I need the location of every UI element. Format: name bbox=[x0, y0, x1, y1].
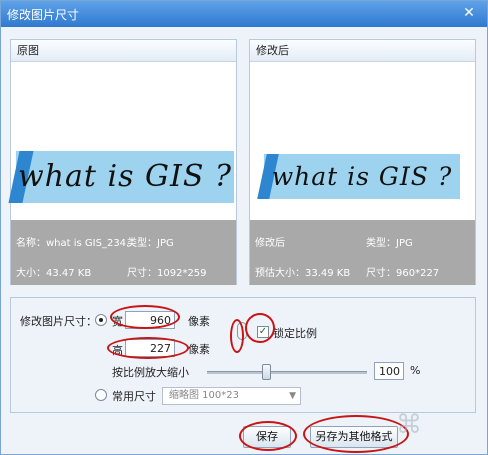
modified-type: 类型：JPG bbox=[366, 238, 413, 249]
original-panel: 原图 what is GIS ? 名称：what is GIS_234... 类… bbox=[8, 39, 237, 285]
modified-panel: 修改后 what is GIS ? 修改后 类型：JPG 预估大小：33.49 … bbox=[249, 39, 476, 285]
height-label: 高 bbox=[112, 344, 123, 357]
save-as-button[interactable]: 另存为其他格式 bbox=[310, 426, 398, 448]
modified-info: 修改后 类型：JPG 预估大小：33.49 KB 尺寸：960*227 bbox=[250, 220, 475, 285]
resize-dialog: 修改图片尺寸 ✕ 原图 what is GIS ? 名称：what is GIS… bbox=[0, 0, 488, 455]
original-image: what is GIS ? bbox=[8, 151, 234, 203]
save-button[interactable]: 保存 bbox=[243, 426, 291, 448]
original-name: 名称：what is GIS_234... bbox=[16, 238, 136, 249]
dialog-title: 修改图片尺寸 bbox=[7, 8, 80, 22]
original-type: 类型：JPG bbox=[127, 238, 174, 249]
scale-label: 按比例放大缩小 bbox=[112, 366, 189, 379]
common-size-label: 常用尺寸 bbox=[112, 390, 156, 403]
height-unit: 像素 bbox=[188, 343, 210, 356]
chevron-down-icon: ▼ bbox=[289, 391, 296, 401]
original-panel-header: 原图 bbox=[11, 40, 236, 62]
scale-slider-track[interactable] bbox=[207, 371, 367, 374]
original-info: 名称：what is GIS_234... 类型：JPG 大小：43.47 KB… bbox=[11, 220, 236, 285]
resize-label: 修改图片尺寸： bbox=[20, 315, 97, 328]
width-input[interactable] bbox=[125, 311, 175, 329]
modified-dimensions: 尺寸：960*227 bbox=[366, 268, 440, 279]
lock-ratio-checkbox[interactable]: ✓ bbox=[257, 326, 269, 338]
modified-panel-header: 修改后 bbox=[250, 40, 475, 62]
modified-size: 预估大小：33.49 KB bbox=[255, 268, 351, 279]
watermark-logo: ⌘ bbox=[396, 410, 422, 440]
link-icon[interactable] bbox=[237, 322, 247, 340]
width-label: 宽 bbox=[112, 315, 123, 328]
modified-image-area: what is GIS ? bbox=[250, 63, 475, 220]
custom-size-radio[interactable] bbox=[95, 314, 107, 326]
height-input[interactable] bbox=[125, 339, 175, 357]
common-size-value: 缩略图 100*23 bbox=[169, 390, 239, 401]
common-size-radio[interactable] bbox=[95, 389, 107, 401]
title-bar: 修改图片尺寸 ✕ bbox=[1, 1, 487, 27]
width-unit: 像素 bbox=[188, 315, 210, 328]
original-image-area: what is GIS ? bbox=[8, 63, 236, 220]
lock-ratio-label: 锁定比例 bbox=[273, 327, 317, 340]
original-dimensions: 尺寸：1092*259 bbox=[127, 268, 207, 279]
scale-slider-thumb[interactable] bbox=[261, 364, 271, 380]
modified-image: what is GIS ? bbox=[257, 154, 460, 199]
close-icon[interactable]: ✕ bbox=[459, 4, 479, 22]
resize-settings: 修改图片尺寸： 宽 像素 ✓ 锁定比例 高 像素 按比例放大缩小 % 常用尺寸 … bbox=[10, 297, 476, 413]
original-image-text: what is GIS ? bbox=[18, 159, 232, 194]
scale-input[interactable] bbox=[374, 362, 404, 380]
modified-name: 修改后 bbox=[255, 238, 285, 249]
common-size-select[interactable]: 缩略图 100*23 ▼ bbox=[162, 387, 301, 405]
original-size: 大小：43.47 KB bbox=[16, 268, 92, 279]
modified-image-text: what is GIS ? bbox=[271, 162, 453, 191]
scale-unit: % bbox=[410, 364, 421, 377]
